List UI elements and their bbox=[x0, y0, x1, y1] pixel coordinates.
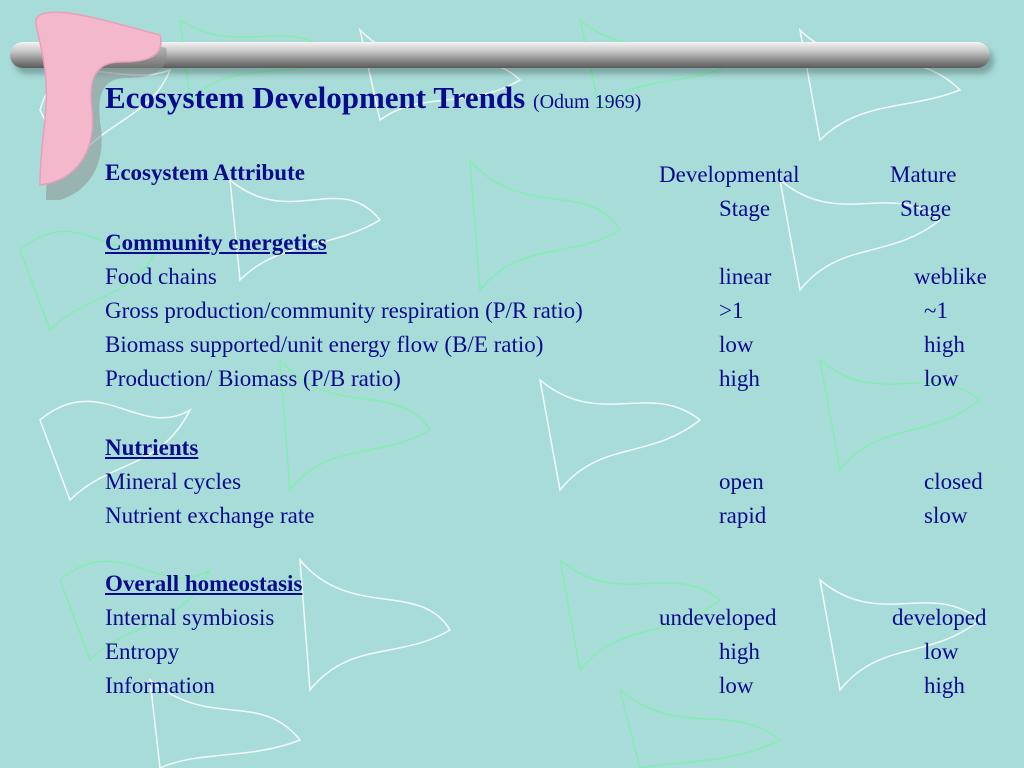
row-developmental: open bbox=[719, 469, 764, 494]
row-attribute: Entropy bbox=[105, 639, 180, 664]
row-mature: high bbox=[924, 332, 965, 357]
row-mature: high bbox=[924, 673, 965, 698]
row-attribute: Nutrient exchange rate bbox=[105, 503, 315, 528]
row-attribute: Biomass supported/unit energy flow (B/E … bbox=[105, 332, 544, 357]
row-attribute: Food chains bbox=[105, 264, 217, 289]
slide-title: Ecosystem Development Trends (Odum 1969) bbox=[105, 80, 641, 116]
row-mature: low bbox=[924, 366, 959, 391]
row-developmental: high bbox=[719, 366, 760, 391]
section-heading-nutrients: Nutrients bbox=[105, 435, 199, 460]
row-attribute: Gross production/community respiration (… bbox=[105, 298, 583, 323]
row-mature: slow bbox=[924, 503, 968, 528]
row-mature: low bbox=[924, 639, 959, 664]
title-citation: (Odum 1969) bbox=[532, 91, 642, 113]
section-heading-energetics: Community energetics bbox=[105, 230, 327, 255]
row-attribute: Internal symbiosis bbox=[105, 605, 275, 630]
row-attribute: Mineral cycles bbox=[105, 469, 242, 494]
row-developmental: low bbox=[719, 673, 754, 698]
row-attribute: Production/ Biomass (P/B ratio) bbox=[105, 366, 401, 391]
row-mature: ~1 bbox=[924, 298, 948, 323]
row-mature: closed bbox=[924, 469, 983, 494]
developmental-header-line2: Stage bbox=[719, 196, 771, 221]
row-developmental: >1 bbox=[719, 298, 744, 323]
title-text: Ecosystem Development Trends bbox=[105, 80, 526, 115]
row-developmental: linear bbox=[719, 264, 772, 289]
row-mature: weblike bbox=[914, 264, 987, 289]
mature-header-line1: Mature bbox=[890, 162, 957, 187]
row-developmental: high bbox=[719, 639, 760, 664]
attribute-column-header: Ecosystem Attribute bbox=[105, 160, 305, 185]
mature-header-line2: Stage bbox=[900, 196, 952, 221]
row-developmental: undeveloped bbox=[659, 605, 777, 630]
section-heading-homeostasis: Overall homeostasis bbox=[105, 571, 303, 596]
row-attribute: Information bbox=[105, 673, 215, 698]
developmental-header-line1: Developmental bbox=[659, 162, 800, 187]
row-developmental: rapid bbox=[719, 503, 767, 528]
row-developmental: low bbox=[719, 332, 754, 357]
row-mature: developed bbox=[892, 605, 987, 630]
